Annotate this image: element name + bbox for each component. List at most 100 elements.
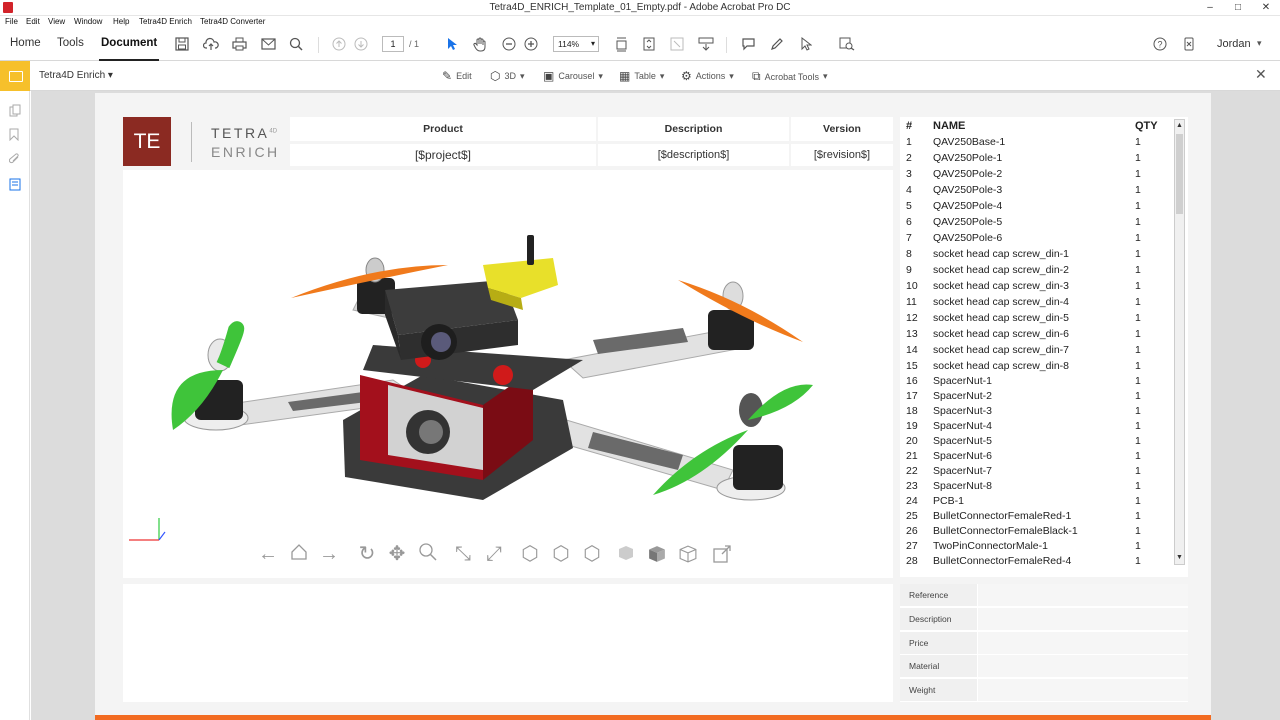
email-icon[interactable] — [259, 35, 277, 53]
tab-home[interactable]: Home — [10, 37, 41, 49]
enrich-panel-toggle[interactable] — [0, 61, 30, 91]
bom-scrollbar[interactable]: ▲ ▼ — [1174, 119, 1185, 565]
hand-tool-icon[interactable] — [471, 35, 489, 53]
table-row[interactable]: 22 SpacerNut-7 1 — [900, 465, 1170, 480]
table-row[interactable]: 21 SpacerNut-6 1 — [900, 450, 1170, 465]
product-value-field[interactable]: [$project$] — [290, 144, 596, 166]
upload-cloud-icon[interactable] — [202, 35, 220, 53]
zoom-level-select[interactable]: 114% — [553, 36, 599, 52]
enrich-title[interactable]: Tetra4D Enrich ▾ — [39, 70, 113, 81]
table-row[interactable]: 10 socket head cap screw_din-3 1 — [900, 280, 1170, 295]
menu-file[interactable]: File — [5, 17, 18, 26]
drone-3d-model[interactable] — [123, 170, 893, 578]
zoom-icon[interactable] — [416, 542, 440, 566]
scroll-thumb[interactable] — [1176, 134, 1183, 214]
table-row[interactable]: 5 QAV250Pole-4 1 — [900, 200, 1170, 215]
table-row[interactable]: 20 SpacerNut-5 1 — [900, 435, 1170, 450]
find-text-icon[interactable] — [838, 35, 856, 53]
table-row[interactable]: 9 socket head cap screw_din-2 1 — [900, 264, 1170, 279]
scroll-down-arrow-icon[interactable]: ▼ — [1175, 552, 1184, 564]
version-value-field[interactable]: [$revision$] — [791, 144, 893, 166]
help-icon[interactable]: ? — [1151, 35, 1169, 53]
fit-all-icon[interactable]: ⤡ — [451, 542, 475, 566]
table-row[interactable]: 28 BulletConnectorFemaleRed-4 1 — [900, 555, 1170, 570]
3d-tool[interactable]: ⬡ 3D ▾ — [490, 69, 525, 83]
rotate-icon[interactable]: ↻ — [355, 542, 379, 566]
table-row[interactable]: 12 socket head cap screw_din-5 1 — [900, 312, 1170, 327]
scroll-mode-icon[interactable] — [640, 35, 658, 53]
table-row[interactable]: 25 BulletConnectorFemaleRed-1 1 — [900, 510, 1170, 525]
solid-cube-icon[interactable] — [648, 545, 665, 562]
external-window-icon[interactable] — [712, 544, 731, 563]
carousel-tool[interactable]: ▣ Carousel ▾ — [543, 69, 603, 83]
table-tool[interactable]: ▦ Table ▾ — [619, 69, 664, 83]
table-row[interactable]: 14 socket head cap screw_din-7 1 — [900, 344, 1170, 359]
table-row[interactable]: 4 QAV250Pole-3 1 — [900, 184, 1170, 199]
attachments-icon[interactable] — [8, 152, 21, 165]
pan-icon[interactable]: ✥ — [385, 542, 409, 566]
page-number-input[interactable]: 1 — [382, 36, 404, 52]
zoom-out-icon[interactable] — [500, 35, 518, 53]
table-row[interactable]: 3 QAV250Pole-2 1 — [900, 168, 1170, 183]
table-row[interactable]: 16 SpacerNut-1 1 — [900, 375, 1170, 390]
table-row[interactable]: 27 TwoPinConnectorMale-1 1 — [900, 540, 1170, 555]
table-row[interactable]: 26 BulletConnectorFemaleBlack-1 1 — [900, 525, 1170, 540]
explode-icon[interactable]: ⤢ — [482, 542, 506, 566]
property-value-field[interactable] — [978, 679, 1188, 701]
table-row[interactable]: 1 QAV250Base-1 1 — [900, 136, 1170, 151]
property-value-field[interactable] — [978, 632, 1188, 654]
search-icon[interactable] — [287, 35, 305, 53]
property-value-field[interactable] — [978, 655, 1188, 677]
home-view-icon[interactable] — [287, 542, 311, 566]
table-row[interactable]: 19 SpacerNut-4 1 — [900, 420, 1170, 435]
3d-viewer[interactable] — [123, 170, 893, 578]
user-menu-chevron-icon[interactable]: ▾ — [1257, 38, 1262, 49]
page-thumbnails-icon[interactable] — [9, 104, 21, 117]
table-row[interactable]: 2 QAV250Pole-1 1 — [900, 152, 1170, 167]
maximize-button[interactable]: □ — [1224, 0, 1252, 16]
view-iso-3-icon[interactable]: ⬡ — [580, 542, 604, 566]
table-row[interactable]: 24 PCB-1 1 — [900, 495, 1170, 510]
property-value-field[interactable] — [978, 608, 1188, 630]
description-value-field[interactable]: [$description$] — [598, 144, 789, 166]
user-name[interactable]: Jordan — [1217, 38, 1251, 50]
zoom-in-icon[interactable] — [522, 35, 540, 53]
table-row[interactable]: 11 socket head cap screw_din-4 1 — [900, 296, 1170, 311]
comment-icon[interactable] — [739, 35, 757, 53]
next-page-icon[interactable] — [352, 35, 370, 53]
property-value-field[interactable] — [978, 584, 1188, 606]
arrow-left-icon[interactable]: ← — [256, 542, 280, 566]
close-window-button[interactable]: ✕ — [1252, 0, 1280, 16]
menu-help[interactable]: Help — [113, 17, 129, 26]
tab-tools[interactable]: Tools — [57, 37, 84, 49]
model-tree-icon[interactable] — [9, 178, 21, 191]
minimize-button[interactable]: – — [1196, 0, 1224, 16]
menu-window[interactable]: Window — [74, 17, 102, 26]
view-iso-1-icon[interactable]: ⬡ — [518, 542, 542, 566]
shaded-cube-icon[interactable] — [618, 545, 634, 561]
fit-page-icon[interactable] — [612, 35, 630, 53]
edit-tool[interactable]: ✎ Edit — [442, 69, 472, 83]
actions-tool[interactable]: ⚙ Actions ▾ — [681, 69, 734, 83]
tab-document[interactable]: Document — [98, 37, 160, 61]
close-enrich-icon[interactable]: ✕ — [1255, 66, 1267, 83]
table-row[interactable]: 23 SpacerNut-8 1 — [900, 480, 1170, 495]
wireframe-cube-icon[interactable] — [679, 545, 697, 563]
bookmarks-icon[interactable] — [9, 128, 21, 142]
print-icon[interactable] — [230, 35, 248, 53]
table-row[interactable]: 13 socket head cap screw_din-6 1 — [900, 328, 1170, 343]
previous-page-icon[interactable] — [330, 35, 348, 53]
table-row[interactable]: 6 QAV250Pole-5 1 — [900, 216, 1170, 231]
pointer-tool-icon[interactable] — [797, 35, 815, 53]
table-row[interactable]: 18 SpacerNut-3 1 — [900, 405, 1170, 420]
menu-view[interactable]: View — [48, 17, 65, 26]
full-screen-icon[interactable] — [668, 35, 686, 53]
arrow-right-icon[interactable]: → — [317, 542, 341, 566]
menu-edit[interactable]: Edit — [26, 17, 40, 26]
save-icon[interactable] — [173, 35, 191, 53]
menu-tetra4d-enrich[interactable]: Tetra4D Enrich — [139, 17, 192, 26]
table-row[interactable]: 8 socket head cap screw_din-1 1 — [900, 248, 1170, 263]
menu-tetra4d-converter[interactable]: Tetra4D Converter — [200, 17, 265, 26]
acrobat-tools[interactable]: ⧉ Acrobat Tools ▾ — [752, 69, 827, 84]
table-row[interactable]: 7 QAV250Pole-6 1 — [900, 232, 1170, 247]
